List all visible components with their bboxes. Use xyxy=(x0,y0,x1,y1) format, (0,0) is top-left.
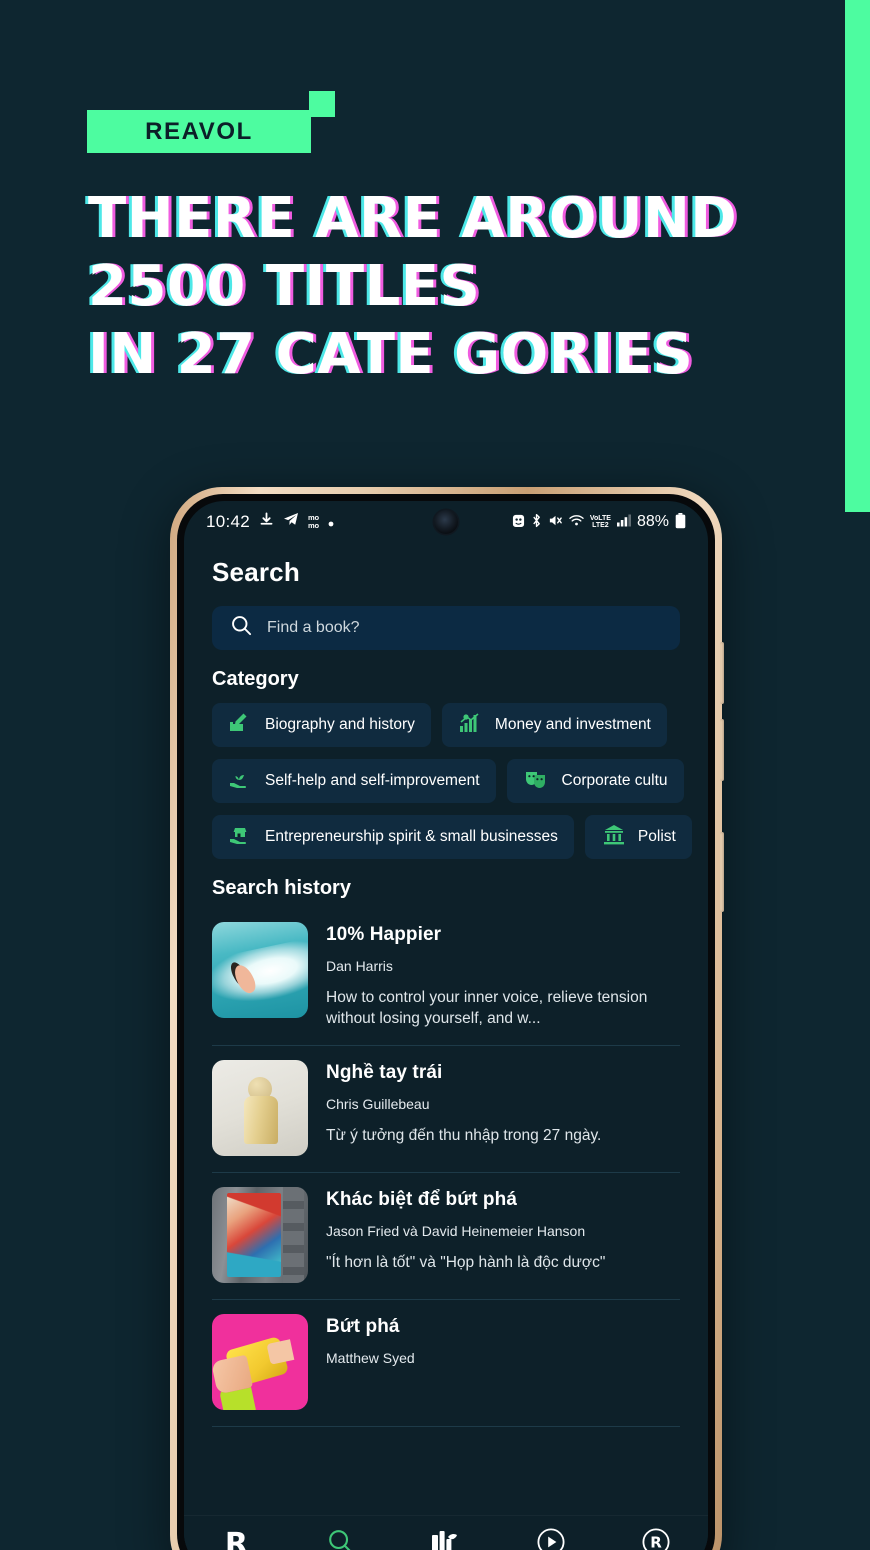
category-chip-politics[interactable]: Polist xyxy=(584,815,692,859)
nav-item-search[interactable] xyxy=(289,1527,394,1550)
bluetooth-icon xyxy=(531,513,542,531)
category-chip-corporate-culture[interactable]: Corporate cultu xyxy=(506,759,684,803)
headline-line-2: 2500 TITLES xyxy=(88,254,481,319)
chip-label: Money and investment xyxy=(494,716,651,733)
brand-bar: REAVOL xyxy=(87,110,311,153)
chip-label: Self-help and self-improvement xyxy=(265,772,480,789)
headline: THERE ARE AROUND 2500 TITLES IN 27 CATE … xyxy=(88,185,788,389)
app-body: Search Find a book? Category Biography a… xyxy=(184,543,708,1550)
chip-label: Corporate cultu xyxy=(561,772,668,789)
book-meta: Khác biệt để bứt phá Jason Fried và Davi… xyxy=(326,1187,605,1283)
search-icon xyxy=(326,1527,356,1550)
telegram-icon xyxy=(283,512,299,532)
book-author: Matthew Syed xyxy=(326,1350,415,1366)
phone-screen: 10:42 mo mo VoLTE LTE2 88% Search Find a… xyxy=(184,501,708,1550)
power-button[interactable] xyxy=(720,832,724,912)
nav-item-player[interactable] xyxy=(498,1527,603,1550)
search-history-title: Search history xyxy=(212,877,351,899)
chip-label: Polist xyxy=(637,828,676,845)
phone-mockup: 10:42 mo mo VoLTE LTE2 88% Search Find a… xyxy=(170,487,724,1550)
download-icon xyxy=(259,512,274,532)
green-accent-bar xyxy=(845,0,870,512)
book-title: Nghề tay trái xyxy=(326,1062,443,1083)
search-field[interactable]: Find a book? xyxy=(212,606,680,650)
book-pen-icon xyxy=(228,711,254,740)
wifi-icon xyxy=(569,514,584,530)
search-icon xyxy=(230,614,253,642)
nav-item-account[interactable]: R xyxy=(603,1527,708,1550)
book-author: Dan Harris xyxy=(326,958,393,974)
volume-up-button[interactable] xyxy=(720,642,724,704)
nav-item-library[interactable] xyxy=(394,1527,499,1550)
hand-plant-icon xyxy=(228,767,254,796)
phone-bezel: 10:42 mo mo VoLTE LTE2 88% Search Find a… xyxy=(177,494,715,1550)
battery-percent: 88% xyxy=(636,513,669,530)
list-item[interactable]: Nghề tay trái Chris Guillebeau Từ ý tưởn… xyxy=(212,1046,680,1173)
category-chip-money[interactable]: Money and investment xyxy=(441,703,667,747)
brand-name: REAVOL xyxy=(145,117,253,145)
list-item[interactable]: 10% Happier Dan Harris How to control yo… xyxy=(212,914,680,1046)
category-chip-self-help[interactable]: Self-help and self-improvement xyxy=(212,759,496,803)
book-thumbnail xyxy=(212,1314,308,1410)
volume-down-button[interactable] xyxy=(720,719,724,781)
reavol-r-icon: R xyxy=(224,1526,248,1550)
play-circle-icon xyxy=(536,1527,566,1550)
list-item[interactable]: Khác biệt để bứt phá Jason Fried và Davi… xyxy=(212,1173,680,1300)
mute-icon xyxy=(548,513,563,531)
status-bar: 10:42 mo mo VoLTE LTE2 88% xyxy=(184,501,708,543)
page-title: Search xyxy=(212,557,300,587)
volte-icon: VoLTE LTE2 xyxy=(589,515,611,529)
hand-shop-icon xyxy=(228,823,254,852)
book-author: Jason Fried và David Heinemeier Hanson xyxy=(326,1223,586,1239)
book-author: Chris Guillebeau xyxy=(326,1096,430,1112)
book-thumbnail xyxy=(212,1060,308,1156)
book-title: 10% Happier xyxy=(326,924,442,945)
chip-label: Entrepreneurship spirit & small business… xyxy=(265,828,558,845)
svg-text:R: R xyxy=(650,1534,662,1550)
category-chip-entrepreneurship[interactable]: Entrepreneurship spirit & small business… xyxy=(212,815,574,859)
book-description: "Ít hơn là tốt" và "Họp hành là độc dược… xyxy=(326,1254,606,1271)
battery-icon xyxy=(675,512,686,532)
growth-chart-icon xyxy=(458,711,484,740)
book-title: Khác biệt để bứt phá xyxy=(326,1189,517,1210)
book-meta: 10% Happier Dan Harris How to control yo… xyxy=(326,922,680,1029)
chip-label: Biography and history xyxy=(265,716,415,733)
app-icon xyxy=(512,513,525,531)
bottom-navigation: R R xyxy=(184,1515,708,1550)
book-meta: Bứt phá Matthew Syed xyxy=(326,1314,415,1410)
book-meta: Nghề tay trái Chris Guillebeau Từ ý tưởn… xyxy=(326,1060,601,1156)
book-description: How to control your inner voice, relieve… xyxy=(326,989,648,1027)
brand-accent-square xyxy=(309,91,335,117)
status-time: 10:42 xyxy=(206,512,251,531)
nav-item-home[interactable]: R xyxy=(184,1526,289,1550)
category-chip-row-2: Self-help and self-improvement Corporate… xyxy=(184,759,708,803)
dot-icon xyxy=(328,512,334,532)
search-history-list: 10% Happier Dan Harris How to control yo… xyxy=(184,914,708,1427)
status-bar-left: 10:42 mo mo xyxy=(206,512,334,532)
r-circle-icon: R xyxy=(641,1527,671,1550)
theater-masks-icon xyxy=(523,767,551,796)
book-thumbnail xyxy=(212,922,308,1018)
list-item[interactable]: Bứt phá Matthew Syed xyxy=(212,1300,680,1427)
signal-icon xyxy=(616,514,631,530)
library-icon xyxy=(430,1527,462,1550)
government-building-icon xyxy=(601,823,627,852)
headline-line-1: THERE ARE AROUND xyxy=(88,186,738,251)
category-chip-row-1: Biography and history Money and investme… xyxy=(184,703,708,747)
momo-icon: mo mo xyxy=(308,513,319,530)
book-description: Từ ý tưởng đến thu nhập trong 27 ngày. xyxy=(326,1127,602,1144)
search-placeholder: Find a book? xyxy=(267,619,360,636)
category-chip-row-3: Entrepreneurship spirit & small business… xyxy=(184,815,708,859)
front-camera-punch-hole xyxy=(434,510,458,534)
headline-line-3: IN 27 CATE GORIES xyxy=(88,322,694,387)
category-chip-biography[interactable]: Biography and history xyxy=(212,703,431,747)
poster-canvas: REAVOL THERE ARE AROUND 2500 TITLES IN 2… xyxy=(0,0,870,1550)
book-title: Bứt phá xyxy=(326,1316,400,1337)
status-bar-right: VoLTE LTE2 88% xyxy=(512,512,686,532)
book-thumbnail xyxy=(212,1187,308,1283)
category-section-title: Category xyxy=(212,668,299,690)
